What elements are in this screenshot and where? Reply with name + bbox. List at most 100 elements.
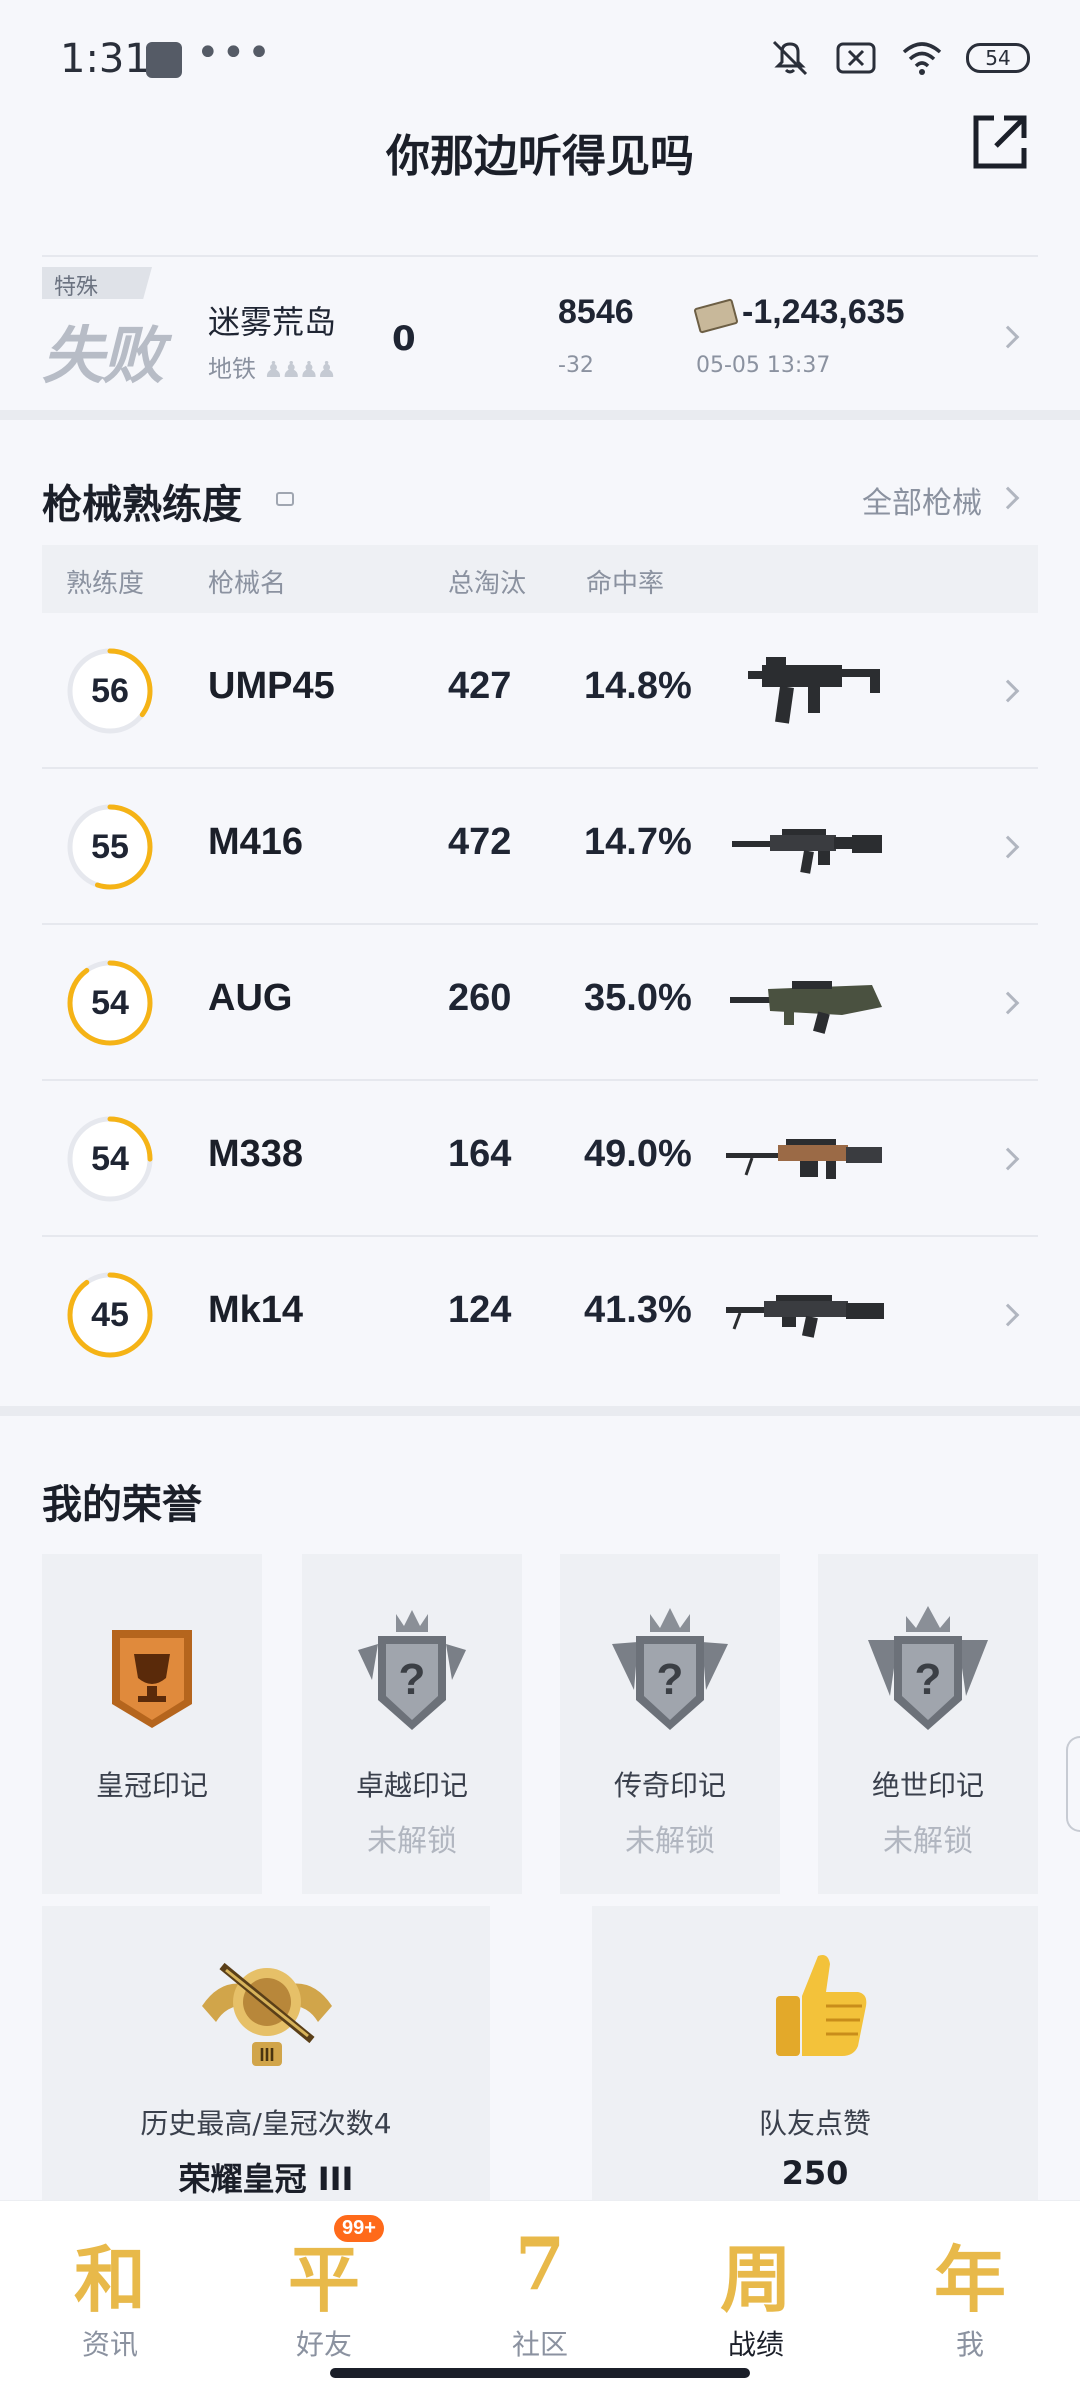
nav-news[interactable]: 和 资讯 [40, 2221, 180, 2371]
no-sim-icon [834, 38, 878, 78]
match-result: 失败 [42, 319, 164, 392]
chevron-right-icon [996, 679, 1020, 703]
match-score-delta: -32 [558, 353, 594, 378]
weapon-accuracy: 14.8% [584, 665, 692, 707]
col-proficiency: 熟练度 [66, 569, 145, 599]
match-kills: 0 [392, 319, 416, 359]
community-icon: 7 [514, 2221, 566, 2306]
chevron-right-icon [996, 991, 1020, 1015]
cash-icon [693, 298, 739, 334]
col-total-kills: 总淘汰 [448, 569, 527, 599]
match-mode: 地铁 ♟♟♟♟ [208, 349, 337, 384]
news-icon: 和 [73, 2237, 146, 2322]
honor-card-peerless[interactable]: ? 绝世印记 未解锁 [818, 1554, 1038, 1894]
honor-status: 未解锁 [883, 1824, 973, 1859]
match-mode-label: 地铁 [208, 355, 256, 383]
nav-friends[interactable]: 平 99+ 好友 [254, 2215, 394, 2371]
nav-label: 好友 [295, 2328, 352, 2361]
edge-drawer-handle[interactable] [1066, 1736, 1080, 1832]
chevron-right-icon [996, 1147, 1020, 1171]
weapon-row[interactable]: 54 AUG 260 35.0% [42, 925, 1038, 1081]
weapon-accuracy: 49.0% [584, 1133, 692, 1175]
honor-name: 传奇印记 [613, 1769, 726, 1802]
col-weapon-name: 枪械名 [208, 569, 287, 599]
nav-label: 社区 [511, 2328, 568, 2361]
mk14-gun-icon [726, 1295, 884, 1338]
nav-me[interactable]: 年 我 [900, 2221, 1040, 2371]
highest-tier-card[interactable]: III 历史最高/皇冠次数4 荣耀皇冠 III [42, 1906, 490, 2206]
match-score: 8546 [558, 293, 634, 331]
thumbs-up-icon [776, 1955, 867, 2056]
all-weapons-link[interactable]: 全部枪械 [862, 478, 982, 522]
weapon-row[interactable]: 54 M338 164 49.0% [42, 1081, 1038, 1237]
section-divider [0, 410, 1080, 420]
match-tag: 特殊 [42, 267, 152, 299]
page-content: 特殊 失败 迷雾荒岛 地铁 ♟♟♟♟ 0 8546 -32 -1,243,635… [0, 210, 1080, 2210]
weapon-name: M338 [208, 1133, 304, 1175]
notification-badge: 99+ [334, 2215, 384, 2242]
highest-tier-label: 历史最高/皇冠次数4 [140, 2107, 392, 2140]
squad-icon: ♟♟♟♟ [263, 358, 337, 383]
nav-label: 战绩 [727, 2328, 784, 2361]
nav-records[interactable]: 周 战绩 [686, 2221, 826, 2371]
weapon-name: M416 [208, 821, 304, 863]
proficiency-level: 54 [91, 983, 129, 1022]
ump45-gun-icon [748, 657, 880, 724]
weapons-section-title: 枪械熟练度 [42, 482, 242, 528]
all-weapons-label: 全部枪械 [862, 486, 982, 521]
section-divider [0, 1406, 1080, 1416]
proficiency-level: 56 [91, 671, 129, 710]
weapon-kills: 164 [448, 1133, 512, 1175]
honor-status: 未解锁 [625, 1824, 715, 1859]
app-notification-icon [146, 42, 182, 78]
wifi-icon [900, 38, 944, 78]
honor-card-legend[interactable]: ? 传奇印记 未解锁 [560, 1554, 780, 1894]
teammate-likes-value: 250 [781, 2154, 849, 2192]
proficiency-level: 54 [91, 1139, 129, 1178]
svg-text:?: ? [915, 1655, 942, 1704]
top-header: 你那边听得见吗 [0, 100, 1080, 210]
aug-gun-icon [730, 981, 882, 1034]
weapon-accuracy: 41.3% [584, 1289, 692, 1331]
svg-text:?: ? [657, 1655, 684, 1704]
chevron-right-icon [996, 1303, 1020, 1327]
svg-text:?: ? [399, 1655, 426, 1704]
chevron-right-icon [996, 325, 1020, 349]
teammate-likes-card[interactable]: 队友点赞 250 [592, 1906, 1038, 2206]
honors-section-title: 我的荣誉 [42, 1482, 202, 1528]
weapon-name: Mk14 [208, 1289, 304, 1331]
match-map: 迷雾荒岛 [208, 303, 337, 341]
col-accuracy: 命中率 [586, 569, 665, 599]
page-title: 你那边听得见吗 [386, 131, 694, 182]
highest-tier-value: 荣耀皇冠 III [178, 2160, 354, 2198]
honor-name: 绝世印记 [871, 1769, 984, 1802]
proficiency-level: 55 [91, 827, 129, 866]
weapon-row[interactable]: 45 Mk14 124 41.3% [42, 1237, 1038, 1393]
weapon-kills: 427 [448, 665, 512, 707]
share-button[interactable] [968, 110, 1032, 174]
teammate-likes-label: 队友点赞 [758, 2107, 871, 2140]
home-indicator[interactable] [330, 2368, 750, 2378]
nav-label: 资讯 [81, 2328, 138, 2361]
nav-label: 我 [955, 2328, 984, 2361]
m338-gun-icon [726, 1139, 882, 1179]
locked-badge-icon: ? [358, 1610, 466, 1730]
records-icon: 周 [719, 2237, 792, 2322]
honor-card-crown[interactable]: 皇冠印记 [42, 1554, 262, 1894]
nav-community[interactable]: 7 社区 [470, 2221, 610, 2371]
honor-name: 卓越印记 [355, 1769, 468, 1802]
crown-mark-badge-icon [112, 1630, 192, 1728]
honor-name: 皇冠印记 [95, 1769, 208, 1802]
locked-badge-icon: ? [868, 1606, 988, 1730]
locked-badge-icon: ? [612, 1608, 728, 1730]
weapon-kills: 472 [448, 821, 512, 863]
more-notifications-icon: ••• [196, 30, 273, 76]
chevron-right-icon [996, 835, 1020, 859]
match-time: 05-05 13:37 [696, 353, 831, 378]
honor-card-excellent[interactable]: ? 卓越印记 未解锁 [302, 1554, 522, 1894]
weapon-row[interactable]: 55 M416 472 14.7% [42, 769, 1038, 925]
weapon-kills: 260 [448, 977, 512, 1019]
weapon-accuracy: 14.7% [584, 821, 692, 863]
weapon-row[interactable]: 56 UMP45 427 14.8% [42, 613, 1038, 769]
match-record-row[interactable]: 特殊 失败 迷雾荒岛 地铁 ♟♟♟♟ 0 8546 -32 -1,243,635… [42, 255, 1038, 415]
